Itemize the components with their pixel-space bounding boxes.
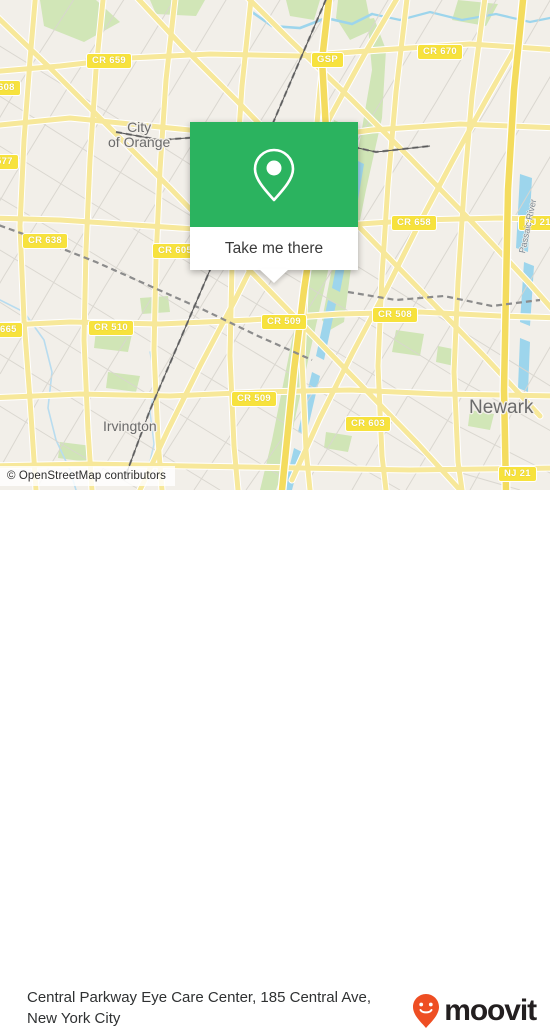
road-shield: GSP	[311, 52, 344, 68]
road-shield: CR 509	[261, 314, 308, 330]
popup-pointer-arrow	[259, 269, 289, 283]
moovit-wordmark: moovit	[444, 994, 537, 1027]
moovit-logo[interactable]: moovit	[411, 993, 537, 1029]
take-me-there-button[interactable]: Take me there	[190, 227, 358, 270]
map-attribution[interactable]: © OpenStreetMap contributors	[0, 466, 175, 486]
map-screenshot: CR 659 GSP CR 670 608 577 CR 658 NJ 21 CR 638 CR…	[0, 0, 550, 1028]
place-label: Newark	[469, 397, 534, 418]
road-shield: CR 603	[345, 416, 392, 432]
road-shield: 608	[0, 80, 21, 96]
road-shield: NJ 21	[498, 466, 537, 482]
place-label: Irvington	[103, 418, 157, 434]
place-label: City of Orange	[108, 119, 171, 150]
road-shield: CR 638	[22, 233, 69, 249]
map-pin-icon	[253, 148, 295, 201]
road-shield: CR 509	[231, 391, 278, 407]
road-shield: CR 659	[86, 53, 133, 69]
road-shield: 577	[0, 154, 19, 170]
location-title: Central Parkway Eye Care Center, 185 Cen…	[27, 989, 372, 1027]
location-popup-card[interactable]: Take me there	[190, 122, 358, 283]
footer-bar: Central Parkway Eye Care Center, 185 Cen…	[0, 490, 550, 1028]
road-shield: CR 670	[417, 44, 464, 60]
map-canvas[interactable]: CR 659 GSP CR 670 608 577 CR 658 NJ 21 CR 638 CR…	[0, 0, 550, 490]
moovit-pin-icon	[413, 994, 440, 1028]
road-shield: CR 510	[88, 320, 135, 336]
take-me-there-label: Take me there	[224, 239, 324, 257]
road-shield: 665	[0, 322, 23, 338]
popup-image-area	[190, 122, 358, 227]
road-shield: CR 658	[391, 215, 438, 231]
road-shield: CR 508	[372, 307, 419, 323]
